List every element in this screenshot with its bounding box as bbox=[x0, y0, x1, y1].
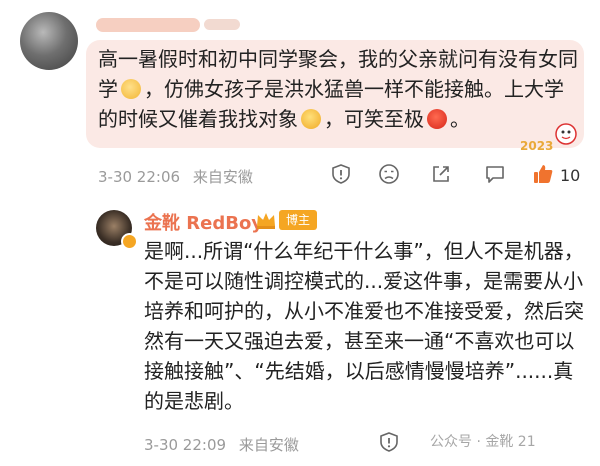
watermark: 公众号 · 金靴 21 bbox=[430, 434, 536, 450]
reply-comment-icon[interactable] bbox=[484, 163, 506, 185]
comment-meta: 3-30 22:06 来自安徽 bbox=[98, 166, 253, 187]
blogger-badge: 博主 bbox=[279, 210, 318, 230]
report-icon[interactable] bbox=[330, 163, 352, 185]
commenter-avatar[interactable] bbox=[20, 12, 78, 70]
reply-date: 3-30 22:09 bbox=[144, 436, 227, 454]
share-icon[interactable] bbox=[430, 163, 452, 185]
decorative-sticker-icon: 2023 bbox=[520, 123, 577, 153]
verified-badge-icon bbox=[121, 233, 138, 250]
comment-text: 高一暑假时和初中同学聚会，我的父亲就问有没有女同学 ，仿佛女孩子是洪水猛兽一样不能… bbox=[98, 47, 578, 131]
shy-face-icon bbox=[121, 79, 141, 99]
like-thumb-icon[interactable] bbox=[532, 163, 554, 185]
like-count: 10 bbox=[560, 166, 581, 185]
reply-source: 来自安徽 bbox=[238, 436, 299, 454]
crown-icon bbox=[257, 213, 275, 229]
blurred-username[interactable] bbox=[96, 18, 200, 32]
reply-text: 是啊...所谓“什么年纪干什么事”，但人不是机器，不是可以随性调控模式的...爱… bbox=[144, 239, 584, 413]
comment-date: 3-30 22:06 bbox=[98, 168, 181, 186]
reply-username[interactable]: 金靴 RedBoy bbox=[144, 209, 263, 235]
reply-meta: 3-30 22:09 来自安徽 bbox=[144, 434, 299, 455]
angry-face-icon bbox=[427, 109, 447, 129]
laughing-face-icon bbox=[301, 109, 321, 129]
reply-report-icon[interactable] bbox=[378, 431, 400, 453]
blurred-user-tag bbox=[204, 19, 240, 30]
comment-source: 来自安徽 bbox=[192, 168, 253, 186]
svg-text:2023: 2023 bbox=[520, 139, 553, 153]
dislike-face-icon[interactable] bbox=[378, 163, 400, 185]
